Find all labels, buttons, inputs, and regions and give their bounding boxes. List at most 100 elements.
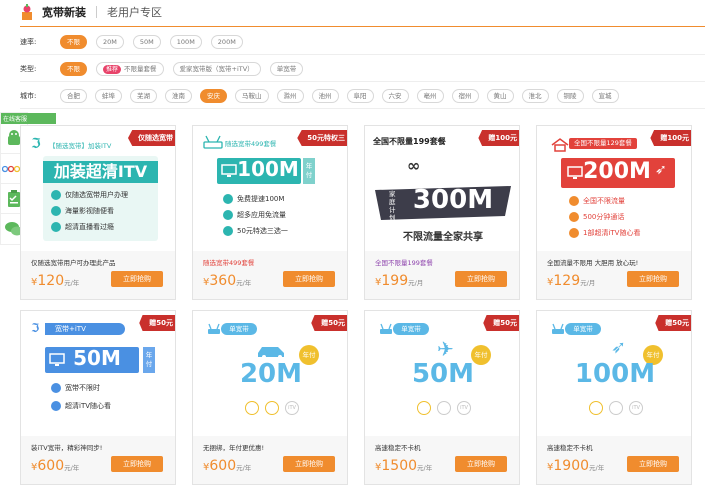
buy-button[interactable]: 立即抢购 — [111, 456, 163, 472]
product-price: ¥199元/月 — [375, 273, 423, 289]
buy-button[interactable]: 立即抢购 — [455, 456, 507, 472]
city-option[interactable]: 淮北 — [521, 88, 549, 103]
speed-icon — [223, 194, 233, 204]
speed-option[interactable]: 100M — [169, 34, 202, 49]
speed-filter: 速率: 不限 20M 50M 100M 200M — [20, 29, 705, 55]
itv-mark-icon: ℑ — [31, 136, 41, 152]
product-price: ¥120元/年 — [31, 273, 79, 289]
product-banner[interactable]: 随选宽带499套餐 100M 年付 免费提速100M 超多应用免流量 50元特选… — [193, 126, 347, 251]
price-unit: 元/年 — [236, 464, 252, 472]
itv-mark-icon: ℑ — [31, 321, 40, 335]
promo-ribbon: 赠100元 — [650, 130, 691, 146]
price-value: 1500 — [381, 458, 418, 474]
type-option-recommend[interactable]: 推荐 不限量套餐 — [96, 61, 164, 76]
product-card[interactable]: 全国不限量199套餐 ∞ 家庭计划 300M 不限流量全家共享 赠100元 全国… — [364, 125, 520, 300]
product-card[interactable]: 单宽带 ✈ 年付 50M iTV 赠50元 高速稳定不卡机 ¥1500元/年 立… — [364, 310, 520, 485]
buy-button[interactable]: 立即抢购 — [455, 271, 507, 287]
annual-tag: 年付 — [143, 347, 155, 373]
buy-button[interactable]: 立即抢购 — [283, 271, 335, 287]
apps-icon — [223, 210, 233, 220]
product-card[interactable]: 全国不限量129套餐 200M ➶ 全国不限流量 500分钟通话 1部超清iTV… — [536, 125, 692, 300]
product-banner[interactable]: 全国不限量199套餐 ∞ 家庭计划 300M 不限流量全家共享 赠100元 — [365, 126, 519, 251]
type-filter: 类型: 不限 推荐 不限量套餐 爱家宽带版（宽带+iTV） 单宽带 — [20, 56, 705, 82]
feature-text: 1部超清iTV随心看 — [583, 229, 641, 237]
city-option[interactable]: 滁州 — [276, 88, 304, 103]
check-icon — [51, 190, 61, 200]
price-unit: 元/年 — [417, 464, 433, 472]
city-option[interactable]: 淮南 — [165, 88, 192, 103]
banner-top-text: 单宽带 — [393, 323, 429, 335]
itv-icon — [569, 228, 579, 238]
buy-button[interactable]: 立即抢购 — [283, 456, 335, 472]
feature-text: 超清iTV随心看 — [65, 402, 112, 410]
product-banner[interactable]: 单宽带 年付 20M iTV 赠50元 — [193, 311, 347, 436]
speed-option[interactable]: 不限 — [60, 34, 87, 49]
city-option[interactable]: 蚌埠 — [95, 88, 122, 103]
price-value: 600 — [209, 458, 237, 474]
product-banner[interactable]: ℑ 宽带+iTV 50M 年付 宽带不限时 超清iTV随心看 赠50元 — [21, 311, 175, 436]
price-value: 1900 — [553, 458, 590, 474]
feature-text: 500分钟通话 — [583, 213, 625, 221]
feature-line: 全国不限流量 — [569, 196, 625, 206]
price-unit: 元/年 — [64, 464, 80, 472]
phone-circle-icon — [265, 401, 279, 415]
type-option[interactable]: 不限 — [60, 61, 87, 76]
router-icon — [552, 323, 564, 334]
product-banner[interactable]: ℑ 【随选宽带】加装ITV 加装超清ITV 仅随选宽带用户办理 海量影视随便看 … — [21, 126, 175, 251]
city-option[interactable]: 宿州 — [451, 88, 479, 103]
speed-option[interactable]: 20M — [96, 34, 124, 49]
product-price: ¥360元/年 — [203, 273, 251, 289]
city-option[interactable]: 宣城 — [591, 88, 619, 103]
banner-headline: 50M — [73, 346, 121, 370]
banner-headline: 100M — [574, 359, 656, 389]
product-card[interactable]: 单宽带 年付 20M iTV 赠50元 无捆绑，年付更优惠! ¥600元/年 立… — [192, 310, 348, 485]
type-option[interactable]: 爱家宽带版（宽带+iTV） — [172, 61, 261, 76]
gift-icon — [223, 226, 233, 236]
home-icon — [551, 138, 569, 152]
city-option[interactable]: 六安 — [381, 88, 409, 103]
price-value: 120 — [37, 273, 65, 289]
banner-top-text: 全国不限量199套餐 — [373, 137, 446, 146]
city-option[interactable]: 合肥 — [60, 88, 87, 103]
feature-line: 50元特选三选一 — [223, 226, 288, 236]
header-underline — [20, 26, 705, 27]
banner-headline: 100M — [237, 157, 299, 181]
itv-circle-icon: iTV — [457, 401, 471, 415]
type-option-label: 不限量套餐 — [124, 64, 157, 73]
price-unit: 元/月 — [408, 279, 424, 287]
online-service-label[interactable]: 在线客服 — [1, 113, 56, 124]
speed-option[interactable]: 50M — [132, 34, 161, 49]
city-option[interactable]: 芜湖 — [130, 88, 157, 103]
city-option[interactable]: 安庆 — [200, 88, 227, 103]
product-info: 装iTV宽带，精彩神同步! ¥600元/年 立即抢购 — [21, 436, 175, 484]
city-option[interactable]: 黄山 — [486, 88, 514, 103]
promo-ribbon: 赠50元 — [139, 315, 175, 331]
page-subtitle[interactable]: 老用户专区 — [107, 4, 162, 20]
product-card[interactable]: 单宽带 ➶ 年付 100M iTV 赠50元 高速稳定不卡机 ¥1900元/年 … — [536, 310, 692, 485]
product-banner[interactable]: 全国不限量129套餐 200M ➶ 全国不限流量 500分钟通话 1部超清iTV… — [537, 126, 691, 251]
product-card[interactable]: 随选宽带499套餐 100M 年付 免费提速100M 超多应用免流量 50元特选… — [192, 125, 348, 300]
product-desc: 全国不限量199套餐 — [375, 259, 433, 267]
banner-headline: 200M — [583, 159, 651, 184]
city-option[interactable]: 池州 — [311, 88, 339, 103]
rocket-icon: ➶ — [655, 162, 667, 178]
page-title: 宽带新装 — [42, 6, 86, 19]
buy-button[interactable]: 立即抢购 — [627, 271, 679, 287]
monitor-icon — [221, 164, 237, 177]
city-option[interactable]: 马鞍山 — [235, 88, 269, 103]
buy-button[interactable]: 立即抢购 — [111, 271, 163, 287]
city-option[interactable]: 铜陵 — [556, 88, 584, 103]
product-banner[interactable]: 单宽带 ✈ 年付 50M iTV 赠50元 — [365, 311, 519, 436]
tv-circle-icon — [417, 401, 431, 415]
product-card[interactable]: ℑ 宽带+iTV 50M 年付 宽带不限时 超清iTV随心看 赠50元 装iTV… — [20, 310, 176, 485]
speed-option[interactable]: 200M — [210, 34, 243, 49]
promo-ribbon: 赠50元 — [483, 315, 519, 331]
buy-button[interactable]: 立即抢购 — [627, 456, 679, 472]
feature-line: 宽带不限时 — [51, 383, 100, 393]
type-option[interactable]: 单宽带 — [269, 61, 304, 76]
promo-ribbon: 仅随选宽带 — [128, 130, 175, 146]
city-option[interactable]: 亳州 — [416, 88, 444, 103]
product-banner[interactable]: 单宽带 ➶ 年付 100M iTV 赠50元 — [537, 311, 691, 436]
city-option[interactable]: 阜阳 — [346, 88, 374, 103]
product-card[interactable]: ℑ 【随选宽带】加装ITV 加装超清ITV 仅随选宽带用户办理 海量影视随便看 … — [20, 125, 176, 300]
